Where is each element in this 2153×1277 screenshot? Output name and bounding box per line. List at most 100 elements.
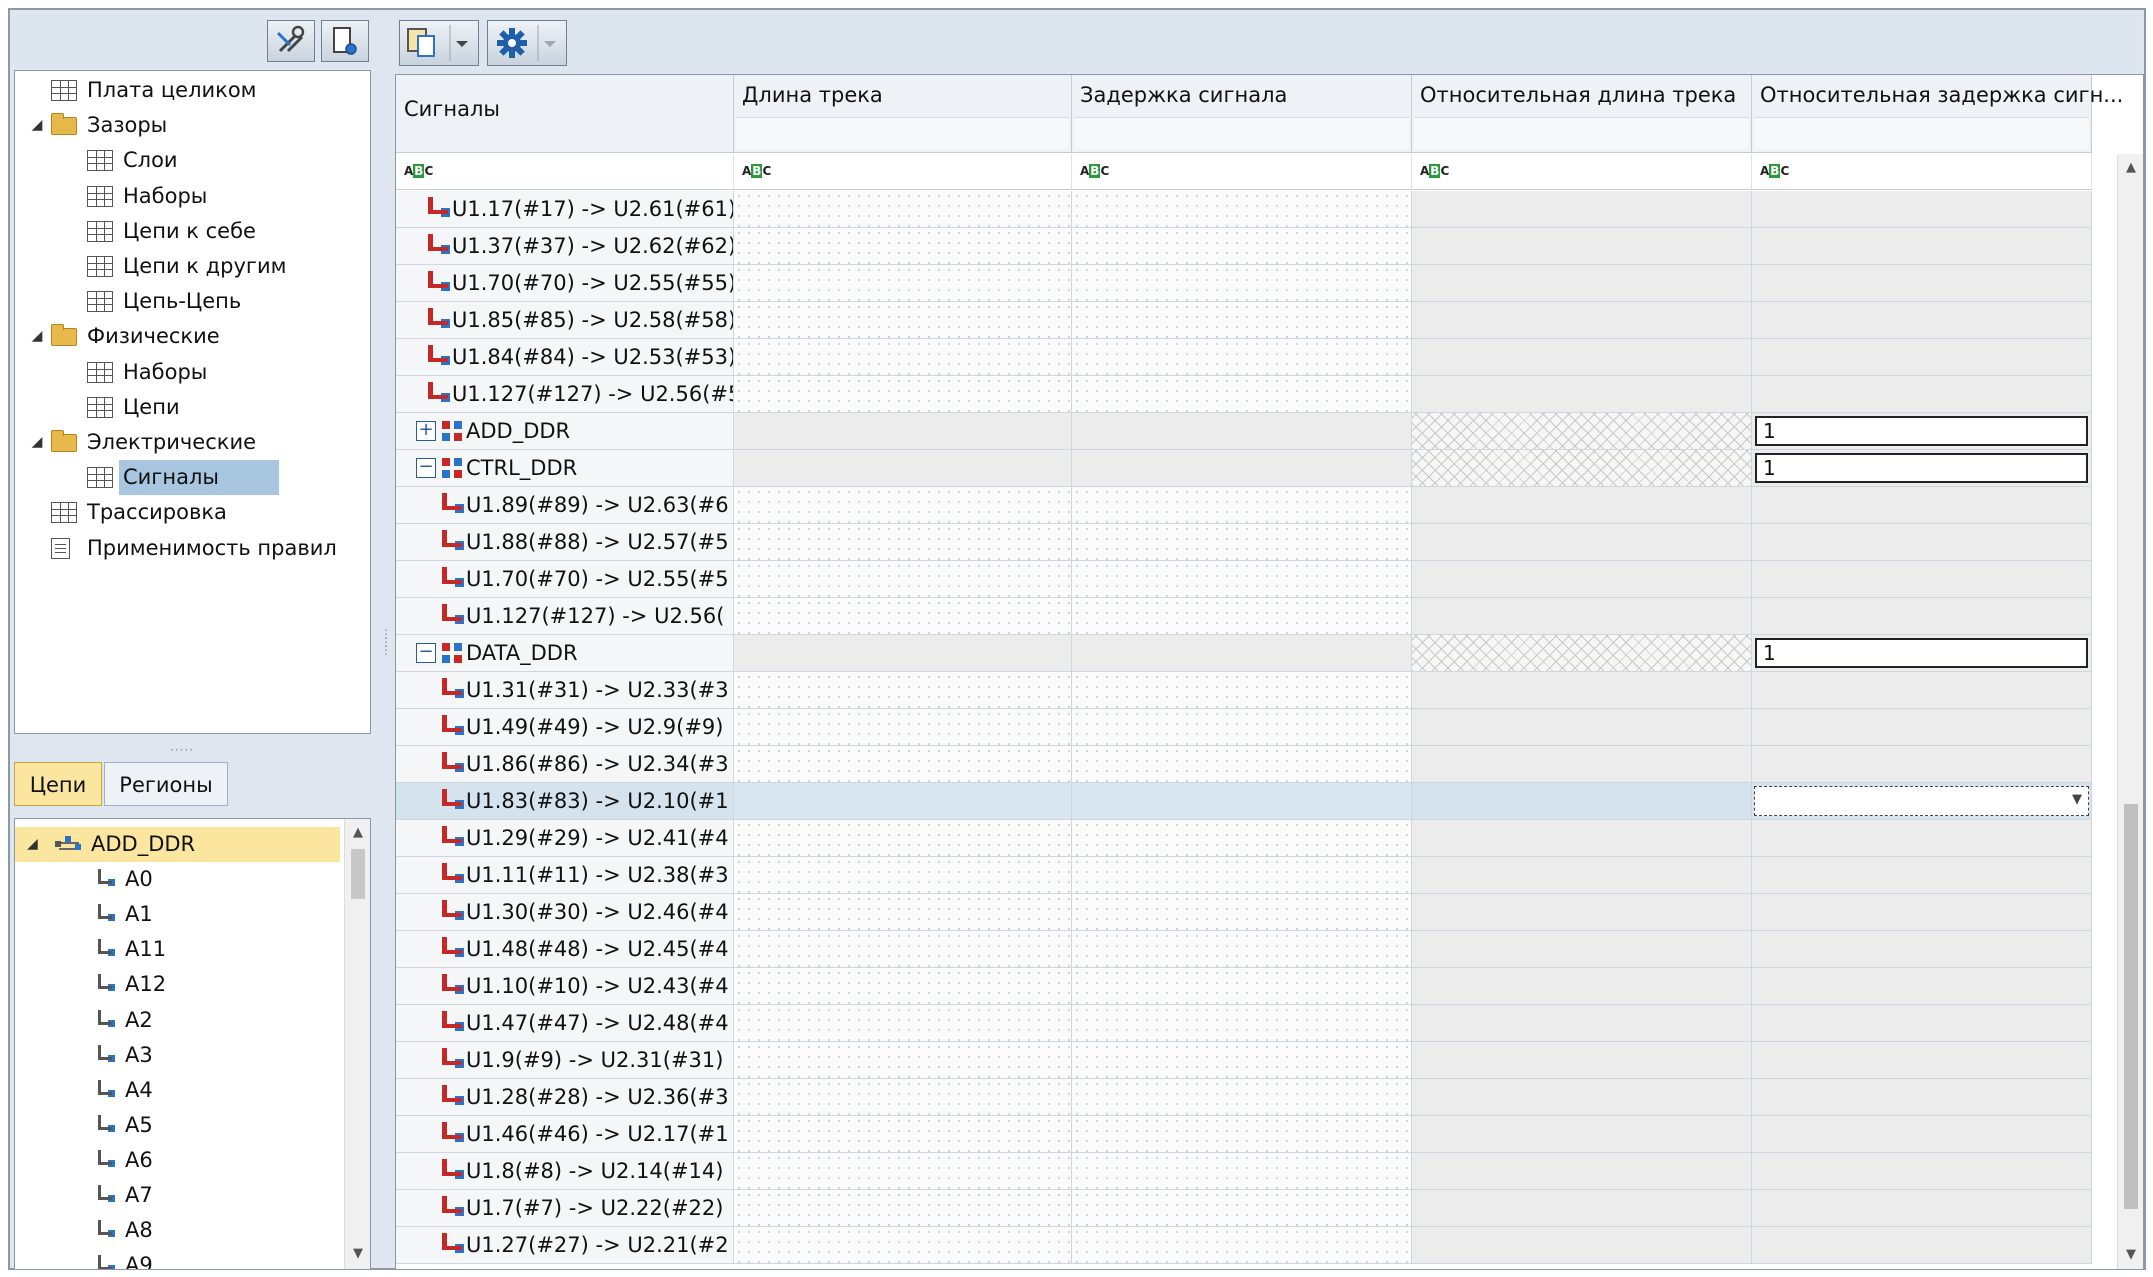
delay-cell[interactable]: [1072, 228, 1412, 265]
relative-length-cell[interactable]: [1412, 450, 1752, 487]
list-item[interactable]: A0: [15, 862, 335, 897]
text-filter-icon[interactable]: ABC: [1080, 164, 1109, 178]
relative-delay-cell[interactable]: [1752, 487, 2092, 524]
delay-cell[interactable]: [1072, 1153, 1412, 1190]
signal-cell[interactable]: U1.7(#7) -> U2.22(#22): [396, 1190, 734, 1227]
relative-delay-cell[interactable]: [1752, 524, 2092, 561]
delay-cell[interactable]: [1072, 857, 1412, 894]
length-cell[interactable]: [734, 746, 1072, 783]
table-row[interactable]: U1.85(#85) -> U2.58(#58): [396, 302, 2092, 339]
scroll-up-icon[interactable]: ▲: [345, 825, 370, 840]
relative-delay-cell[interactable]: [1752, 339, 2092, 376]
delay-cell[interactable]: [1072, 968, 1412, 1005]
length-cell[interactable]: [734, 524, 1072, 561]
tree-item[interactable]: Плата целиком: [15, 73, 370, 108]
delay-cell[interactable]: [1072, 339, 1412, 376]
signal-cell[interactable]: U1.28(#28) -> U2.36(#3: [396, 1079, 734, 1116]
relative-length-cell[interactable]: [1412, 1005, 1752, 1042]
tree-item[interactable]: Сигналы: [15, 460, 370, 496]
relative-delay-cell[interactable]: [1752, 1005, 2092, 1042]
scroll-down-icon[interactable]: ▼: [345, 1246, 370, 1261]
relative-delay-cell[interactable]: [1752, 1079, 2092, 1116]
tree-item[interactable]: Цепи к другим: [15, 249, 370, 284]
list-item[interactable]: A3: [15, 1038, 335, 1073]
length-cell[interactable]: [734, 1005, 1072, 1042]
delay-cell[interactable]: [1072, 487, 1412, 524]
signal-cell[interactable]: U1.47(#47) -> U2.48(#4: [396, 1005, 734, 1042]
relative-length-cell[interactable]: [1412, 820, 1752, 857]
relative-delay-cell[interactable]: [1752, 1227, 2092, 1264]
horizontal-splitter[interactable]: ·····: [170, 743, 194, 757]
relative-delay-dropdown[interactable]: ▼: [1754, 786, 2089, 816]
relative-length-cell[interactable]: [1412, 1153, 1752, 1190]
relative-length-cell[interactable]: [1412, 1227, 1752, 1264]
signal-cell[interactable]: U1.88(#88) -> U2.57(#5: [396, 524, 734, 561]
table-row[interactable]: U1.7(#7) -> U2.22(#22): [396, 1190, 2092, 1227]
length-cell[interactable]: [734, 265, 1072, 302]
relative-delay-cell[interactable]: [1752, 302, 2092, 339]
signal-cell[interactable]: U1.37(#37) -> U2.62(#62): [396, 228, 734, 265]
relative-length-cell[interactable]: [1412, 302, 1752, 339]
relative-delay-cell[interactable]: [1752, 820, 2092, 857]
relative-delay-cell[interactable]: [1752, 598, 2092, 635]
length-cell[interactable]: [734, 1116, 1072, 1153]
text-filter-icon[interactable]: ABC: [404, 164, 433, 178]
list-item[interactable]: A6: [15, 1143, 335, 1178]
length-cell[interactable]: [734, 820, 1072, 857]
relative-delay-cell[interactable]: 1: [1752, 635, 2092, 672]
table-row[interactable]: U1.83(#83) -> U2.10(#1 ▼: [396, 783, 2092, 820]
table-row[interactable]: U1.49(#49) -> U2.9(#9): [396, 709, 2092, 746]
relative-delay-cell[interactable]: [1752, 1190, 2092, 1227]
relative-delay-cell[interactable]: [1752, 746, 2092, 783]
table-row[interactable]: U1.70(#70) -> U2.55(#5: [396, 561, 2092, 598]
relative-length-cell[interactable]: [1412, 339, 1752, 376]
relative-delay-input[interactable]: 1: [1755, 416, 2088, 446]
length-cell[interactable]: [734, 191, 1072, 228]
table-row[interactable]: U1.17(#17) -> U2.61(#61): [396, 191, 2092, 228]
table-row[interactable]: U1.31(#31) -> U2.33(#3: [396, 672, 2092, 709]
document-settings-icon[interactable]: [321, 20, 369, 62]
relative-length-cell[interactable]: [1412, 894, 1752, 931]
delay-cell[interactable]: [1072, 265, 1412, 302]
relative-delay-cell[interactable]: [1752, 857, 2092, 894]
relative-delay-cell[interactable]: [1752, 376, 2092, 413]
scroll-down-icon[interactable]: ▼: [2118, 1247, 2143, 1262]
table-row[interactable]: U1.37(#37) -> U2.62(#62): [396, 228, 2092, 265]
signal-cell[interactable]: U1.29(#29) -> U2.41(#4: [396, 820, 734, 857]
signal-cell[interactable]: U1.89(#89) -> U2.63(#6: [396, 487, 734, 524]
signal-cell[interactable]: U1.85(#85) -> U2.58(#58): [396, 302, 734, 339]
filter-cell[interactable]: ABC: [1072, 154, 1412, 190]
table-row[interactable]: U1.28(#28) -> U2.36(#3: [396, 1079, 2092, 1116]
signal-cell[interactable]: U1.46(#46) -> U2.17(#1: [396, 1116, 734, 1153]
list-item[interactable]: A7: [15, 1178, 335, 1213]
filter-cell[interactable]: ABC: [1412, 154, 1752, 190]
delay-cell[interactable]: [1072, 635, 1412, 672]
relative-length-cell[interactable]: [1412, 1190, 1752, 1227]
tree-item[interactable]: Наборы: [15, 179, 370, 214]
table-row[interactable]: U1.8(#8) -> U2.14(#14): [396, 1153, 2092, 1190]
length-cell[interactable]: [734, 931, 1072, 968]
length-cell[interactable]: [734, 339, 1072, 376]
scroll-up-icon[interactable]: ▲: [2118, 160, 2143, 175]
delay-cell[interactable]: [1072, 672, 1412, 709]
signal-cell[interactable]: U1.27(#27) -> U2.21(#2: [396, 1227, 734, 1264]
length-cell[interactable]: [734, 413, 1072, 450]
delay-cell[interactable]: [1072, 783, 1412, 820]
relative-delay-cell[interactable]: [1752, 228, 2092, 265]
relative-length-cell[interactable]: [1412, 1042, 1752, 1079]
length-cell[interactable]: [734, 228, 1072, 265]
copy-paste-button[interactable]: [399, 20, 479, 66]
relative-length-cell[interactable]: [1412, 1116, 1752, 1153]
tree-item[interactable]: ◢ Физические: [15, 319, 370, 354]
tree-item[interactable]: Цепи к себе: [15, 214, 370, 249]
delay-cell[interactable]: [1072, 1190, 1412, 1227]
collapse-icon[interactable]: −: [416, 643, 436, 663]
table-row[interactable]: U1.88(#88) -> U2.57(#5: [396, 524, 2092, 561]
relative-delay-cell[interactable]: ▼: [1752, 783, 2092, 820]
signal-cell[interactable]: U1.31(#31) -> U2.33(#3: [396, 672, 734, 709]
list-item[interactable]: A5: [15, 1108, 335, 1143]
expand-icon[interactable]: ◢: [29, 425, 45, 460]
tab-nets[interactable]: Цепи: [14, 762, 102, 806]
delay-cell[interactable]: [1072, 302, 1412, 339]
nets-scrollbar[interactable]: ▲ ▼: [344, 819, 370, 1269]
